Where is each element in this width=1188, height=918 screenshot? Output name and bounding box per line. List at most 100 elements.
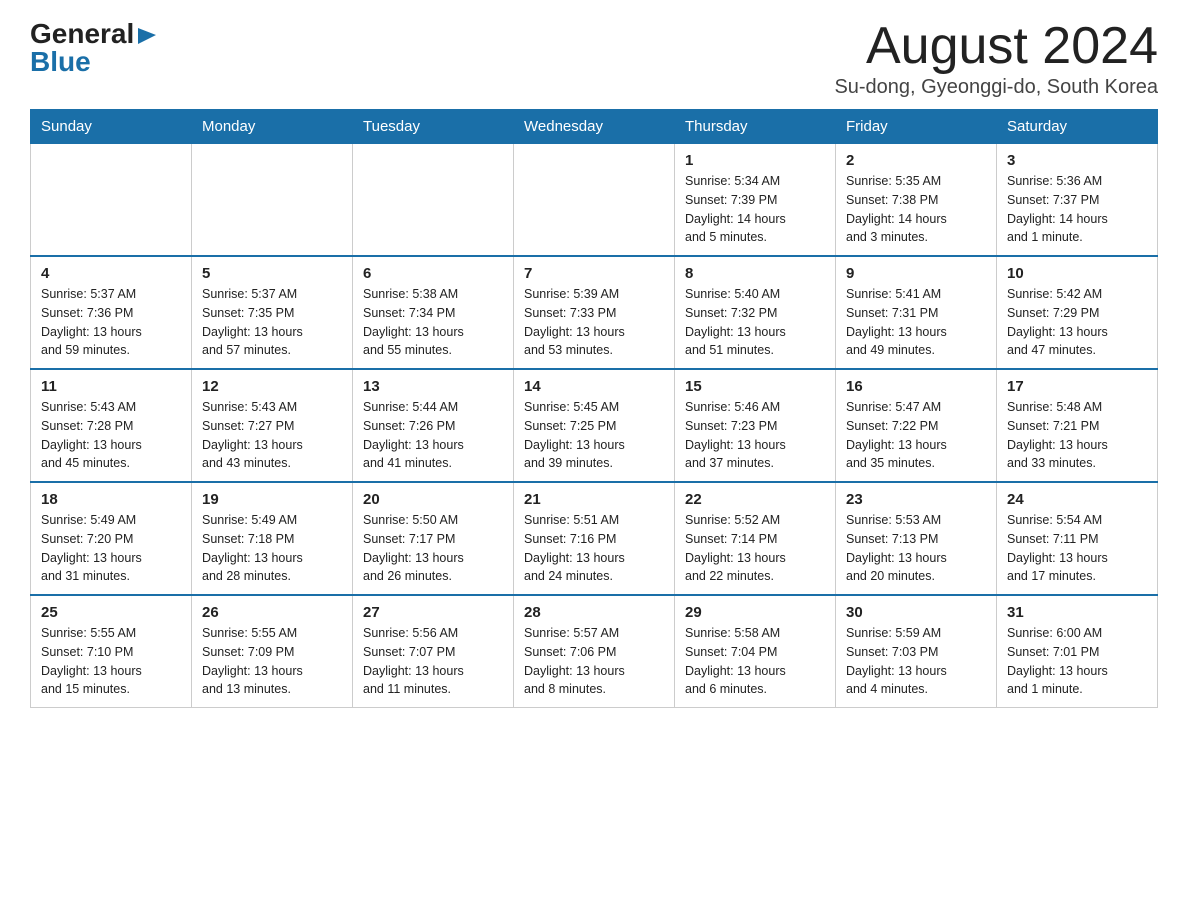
calendar-cell — [31, 144, 192, 257]
day-number: 1 — [685, 152, 825, 169]
calendar-cell — [192, 144, 353, 257]
day-info: Sunrise: 6:00 AMSunset: 7:01 PMDaylight:… — [1007, 624, 1147, 699]
day-number: 21 — [524, 491, 664, 508]
day-info: Sunrise: 5:57 AMSunset: 7:06 PMDaylight:… — [524, 624, 664, 699]
calendar-cell: 29Sunrise: 5:58 AMSunset: 7:04 PMDayligh… — [675, 595, 836, 708]
day-info: Sunrise: 5:43 AMSunset: 7:27 PMDaylight:… — [202, 398, 342, 473]
calendar-cell: 11Sunrise: 5:43 AMSunset: 7:28 PMDayligh… — [31, 369, 192, 482]
day-number: 15 — [685, 378, 825, 395]
day-number: 5 — [202, 265, 342, 282]
day-number: 3 — [1007, 152, 1147, 169]
calendar-cell: 6 Sunrise: 5:38 AMSunset: 7:34 PMDaylight… — [353, 256, 514, 369]
calendar-cell: 1 Sunrise: 5:34 AMSunset: 7:39 PMDaylight… — [675, 144, 836, 257]
day-info: Sunrise: 5:41 AMSunset: 7:31 PMDaylight:… — [846, 285, 986, 360]
day-info: Sunrise: 5:44 AMSunset: 7:26 PMDaylight:… — [363, 398, 503, 473]
calendar-cell: 18Sunrise: 5:49 AMSunset: 7:20 PMDayligh… — [31, 482, 192, 595]
weekday-header-monday: Monday — [192, 110, 353, 144]
day-number: 6 — [363, 265, 503, 282]
location-text: Su-dong, Gyeonggi-do, South Korea — [834, 76, 1158, 99]
weekday-header-saturday: Saturday — [997, 110, 1158, 144]
day-info: Sunrise: 5:36 AMSunset: 7:37 PMDaylight:… — [1007, 172, 1147, 247]
day-number: 11 — [41, 378, 181, 395]
day-number: 13 — [363, 378, 503, 395]
day-number: 14 — [524, 378, 664, 395]
day-info: Sunrise: 5:37 AMSunset: 7:35 PMDaylight:… — [202, 285, 342, 360]
day-number: 4 — [41, 265, 181, 282]
day-info: Sunrise: 5:53 AMSunset: 7:13 PMDaylight:… — [846, 511, 986, 586]
calendar-cell: 2 Sunrise: 5:35 AMSunset: 7:38 PMDaylight… — [836, 144, 997, 257]
logo-blue-text: Blue — [30, 48, 91, 76]
day-number: 28 — [524, 604, 664, 621]
day-number: 7 — [524, 265, 664, 282]
calendar-cell: 8Sunrise: 5:40 AMSunset: 7:32 PMDaylight… — [675, 256, 836, 369]
day-info: Sunrise: 5:35 AMSunset: 7:38 PMDaylight:… — [846, 172, 986, 247]
calendar-week-5: 25 Sunrise: 5:55 AMSunset: 7:10 PMDayligh… — [31, 595, 1158, 708]
day-number: 23 — [846, 491, 986, 508]
calendar-cell: 23 Sunrise: 5:53 AMSunset: 7:13 PMDayligh… — [836, 482, 997, 595]
logo-arrow-icon — [136, 24, 158, 46]
calendar-cell: 24 Sunrise: 5:54 AMSunset: 7:11 PMDayligh… — [997, 482, 1158, 595]
weekday-header-wednesday: Wednesday — [514, 110, 675, 144]
title-block: August 2024 Su-dong, Gyeonggi-do, South … — [834, 20, 1158, 99]
calendar-cell — [514, 144, 675, 257]
day-info: Sunrise: 5:34 AMSunset: 7:39 PMDaylight:… — [685, 172, 825, 247]
calendar-table: SundayMondayTuesdayWednesdayThursdayFrid… — [30, 109, 1158, 708]
day-number: 20 — [363, 491, 503, 508]
calendar-cell: 21 Sunrise: 5:51 AMSunset: 7:16 PMDayligh… — [514, 482, 675, 595]
calendar-cell: 31 Sunrise: 6:00 AMSunset: 7:01 PMDayligh… — [997, 595, 1158, 708]
calendar-cell: 17 Sunrise: 5:48 AMSunset: 7:21 PMDayligh… — [997, 369, 1158, 482]
day-info: Sunrise: 5:47 AMSunset: 7:22 PMDaylight:… — [846, 398, 986, 473]
calendar-week-3: 11Sunrise: 5:43 AMSunset: 7:28 PMDayligh… — [31, 369, 1158, 482]
day-number: 17 — [1007, 378, 1147, 395]
calendar-cell: 27 Sunrise: 5:56 AMSunset: 7:07 PMDayligh… — [353, 595, 514, 708]
day-info: Sunrise: 5:56 AMSunset: 7:07 PMDaylight:… — [363, 624, 503, 699]
calendar-cell: 26Sunrise: 5:55 AMSunset: 7:09 PMDayligh… — [192, 595, 353, 708]
weekday-header-row: SundayMondayTuesdayWednesdayThursdayFrid… — [31, 110, 1158, 144]
day-info: Sunrise: 5:48 AMSunset: 7:21 PMDaylight:… — [1007, 398, 1147, 473]
weekday-header-friday: Friday — [836, 110, 997, 144]
day-number: 18 — [41, 491, 181, 508]
calendar-cell: 9 Sunrise: 5:41 AMSunset: 7:31 PMDaylight… — [836, 256, 997, 369]
calendar-cell: 5 Sunrise: 5:37 AMSunset: 7:35 PMDaylight… — [192, 256, 353, 369]
calendar-cell: 13 Sunrise: 5:44 AMSunset: 7:26 PMDayligh… — [353, 369, 514, 482]
day-info: Sunrise: 5:38 AMSunset: 7:34 PMDaylight:… — [363, 285, 503, 360]
calendar-cell: 25 Sunrise: 5:55 AMSunset: 7:10 PMDayligh… — [31, 595, 192, 708]
day-info: Sunrise: 5:55 AMSunset: 7:10 PMDaylight:… — [41, 624, 181, 699]
calendar-cell: 22Sunrise: 5:52 AMSunset: 7:14 PMDayligh… — [675, 482, 836, 595]
day-info: Sunrise: 5:39 AMSunset: 7:33 PMDaylight:… — [524, 285, 664, 360]
day-info: Sunrise: 5:50 AMSunset: 7:17 PMDaylight:… — [363, 511, 503, 586]
logo-general-text: General — [30, 20, 134, 48]
day-number: 25 — [41, 604, 181, 621]
calendar-cell: 14Sunrise: 5:45 AMSunset: 7:25 PMDayligh… — [514, 369, 675, 482]
page-header: General Blue August 2024 Su-dong, Gyeong… — [30, 20, 1158, 99]
day-info: Sunrise: 5:59 AMSunset: 7:03 PMDaylight:… — [846, 624, 986, 699]
day-number: 31 — [1007, 604, 1147, 621]
calendar-cell: 16Sunrise: 5:47 AMSunset: 7:22 PMDayligh… — [836, 369, 997, 482]
weekday-header-tuesday: Tuesday — [353, 110, 514, 144]
calendar-cell: 20 Sunrise: 5:50 AMSunset: 7:17 PMDayligh… — [353, 482, 514, 595]
calendar-cell: 4 Sunrise: 5:37 AMSunset: 7:36 PMDaylight… — [31, 256, 192, 369]
weekday-header-sunday: Sunday — [31, 110, 192, 144]
calendar-cell: 30 Sunrise: 5:59 AMSunset: 7:03 PMDayligh… — [836, 595, 997, 708]
calendar-week-1: 1 Sunrise: 5:34 AMSunset: 7:39 PMDaylight… — [31, 144, 1158, 257]
day-info: Sunrise: 5:42 AMSunset: 7:29 PMDaylight:… — [1007, 285, 1147, 360]
calendar-week-2: 4 Sunrise: 5:37 AMSunset: 7:36 PMDaylight… — [31, 256, 1158, 369]
weekday-header-thursday: Thursday — [675, 110, 836, 144]
calendar-week-4: 18Sunrise: 5:49 AMSunset: 7:20 PMDayligh… — [31, 482, 1158, 595]
day-info: Sunrise: 5:37 AMSunset: 7:36 PMDaylight:… — [41, 285, 181, 360]
calendar-cell: 28 Sunrise: 5:57 AMSunset: 7:06 PMDayligh… — [514, 595, 675, 708]
calendar-cell — [353, 144, 514, 257]
day-info: Sunrise: 5:40 AMSunset: 7:32 PMDaylight:… — [685, 285, 825, 360]
day-number: 24 — [1007, 491, 1147, 508]
day-info: Sunrise: 5:55 AMSunset: 7:09 PMDaylight:… — [202, 624, 342, 699]
day-number: 9 — [846, 265, 986, 282]
day-info: Sunrise: 5:54 AMSunset: 7:11 PMDaylight:… — [1007, 511, 1147, 586]
day-info: Sunrise: 5:52 AMSunset: 7:14 PMDaylight:… — [685, 511, 825, 586]
day-number: 27 — [363, 604, 503, 621]
day-number: 19 — [202, 491, 342, 508]
day-number: 30 — [846, 604, 986, 621]
day-info: Sunrise: 5:51 AMSunset: 7:16 PMDaylight:… — [524, 511, 664, 586]
day-number: 2 — [846, 152, 986, 169]
calendar-cell: 15Sunrise: 5:46 AMSunset: 7:23 PMDayligh… — [675, 369, 836, 482]
day-number: 29 — [685, 604, 825, 621]
